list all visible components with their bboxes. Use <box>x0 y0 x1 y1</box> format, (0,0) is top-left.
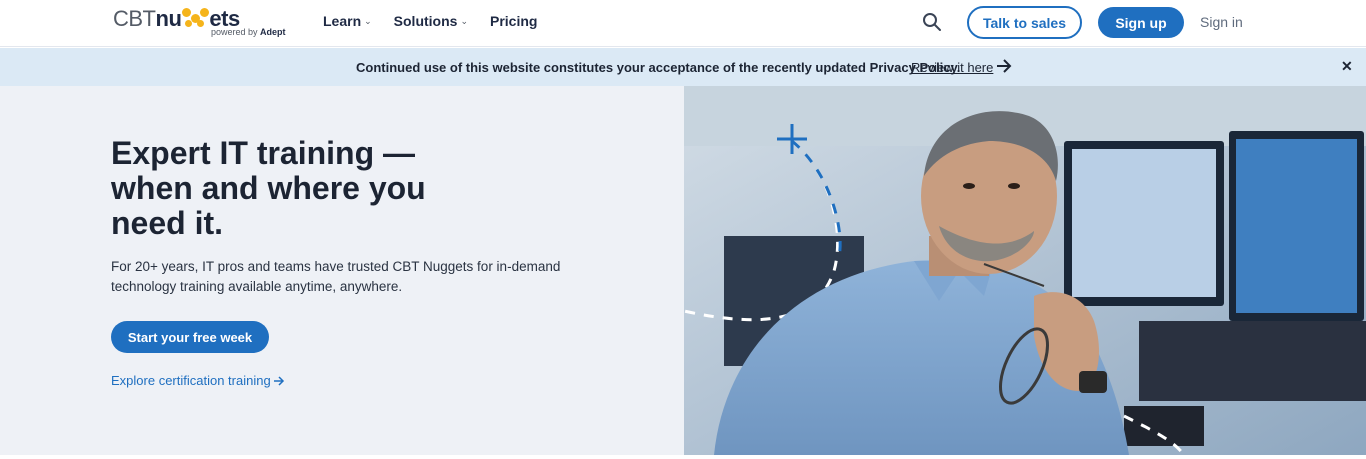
nav-learn[interactable]: Learn ⌄ <box>323 13 372 29</box>
hero-description: For 20+ years, IT pros and teams have tr… <box>111 259 561 294</box>
chevron-down-icon: ⌄ <box>460 15 468 26</box>
sign-up-button[interactable]: Sign up <box>1098 7 1184 38</box>
main-nav: Learn ⌄ Solutions ⌄ Pricing <box>323 13 537 29</box>
hero-title: Expert IT training — when and where you … <box>111 135 426 241</box>
chevron-down-icon: ⌄ <box>364 15 372 26</box>
privacy-banner-text: Continued use of this website constitute… <box>356 60 961 75</box>
explore-certification-label: Explore certification training <box>111 373 271 388</box>
logo-tagline: powered by Adept <box>211 27 286 37</box>
hero-section: Expert IT training — when and where you … <box>0 86 684 455</box>
arrow-right-icon <box>273 375 284 386</box>
arrow-right-icon[interactable] <box>995 57 1013 75</box>
privacy-banner: Continued use of this website constitute… <box>0 48 1366 86</box>
explore-certification-link[interactable]: Explore certification training <box>111 373 285 388</box>
cbt-nuggets-logo[interactable]: CBTnu ets powered by Adept <box>113 6 286 40</box>
page-bottom-edge <box>0 455 1366 459</box>
nav-pricing[interactable]: Pricing <box>490 13 537 29</box>
nav-solutions[interactable]: Solutions ⌄ <box>394 13 468 29</box>
close-banner-button[interactable]: ✕ <box>1341 58 1353 75</box>
site-header: CBTnu ets powered by Adept Learn ⌄ Solutio… <box>0 0 1366 47</box>
start-free-week-button[interactable]: Start your free week <box>111 321 269 353</box>
sign-in-link[interactable]: Sign in <box>1200 14 1243 30</box>
man-at-desk-image <box>684 86 1366 455</box>
logo-dots-icon <box>181 7 210 29</box>
review-policy-link[interactable]: Review it here <box>911 60 993 75</box>
search-icon[interactable] <box>922 12 942 32</box>
talk-to-sales-button[interactable]: Talk to sales <box>967 6 1082 39</box>
hero-photo <box>684 86 1366 455</box>
